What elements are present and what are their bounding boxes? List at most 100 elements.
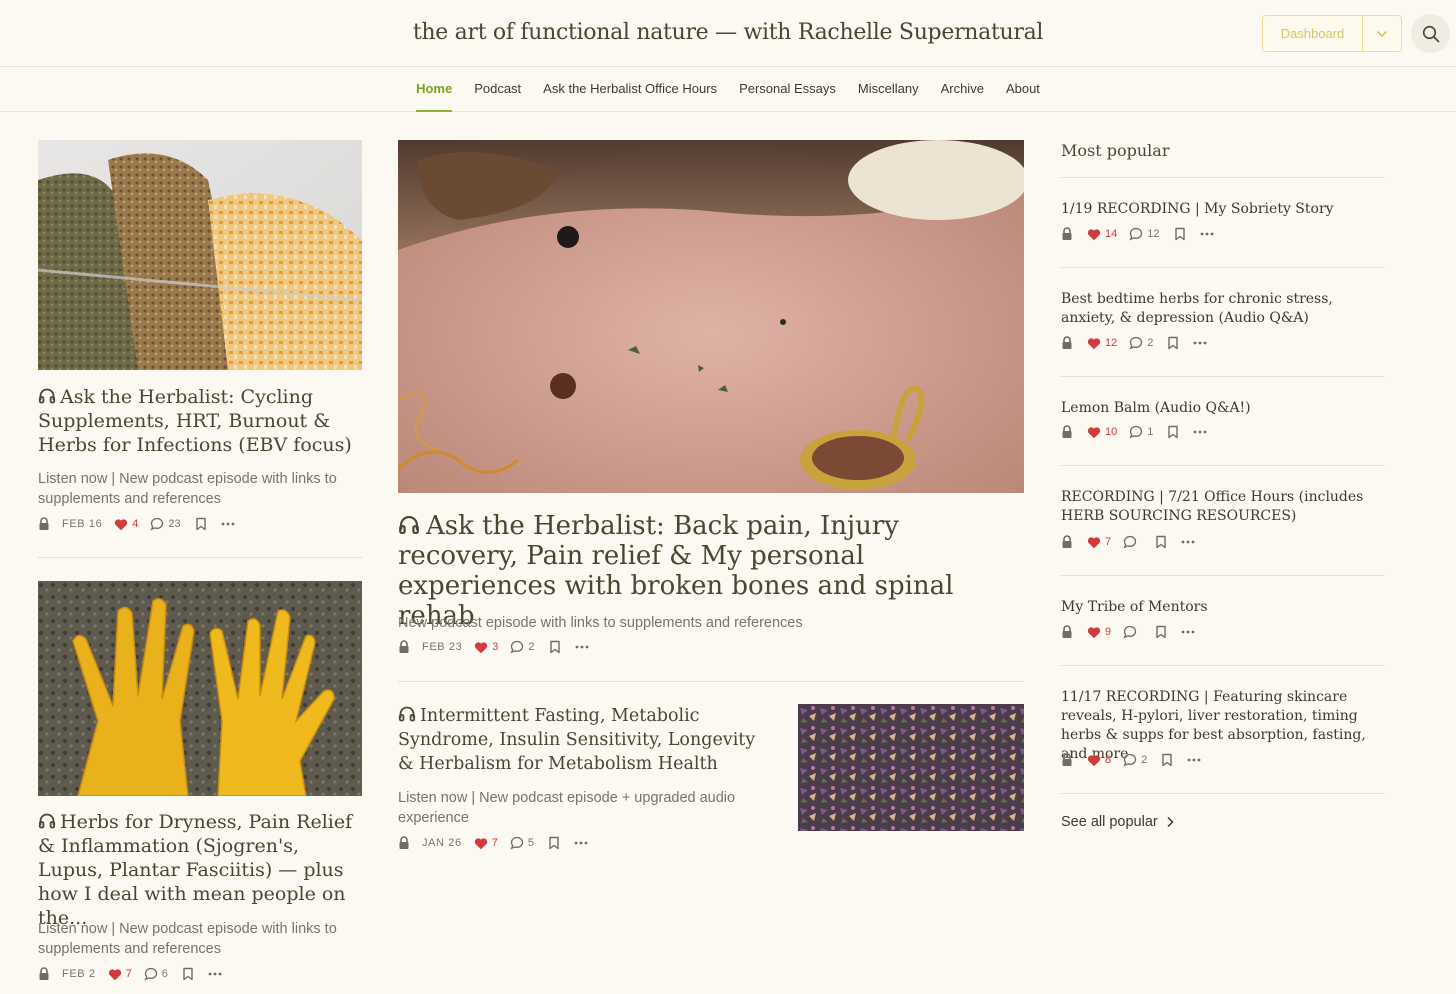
comment-button[interactable]: 2 <box>1123 753 1147 767</box>
lock-icon <box>1061 425 1073 439</box>
more-button[interactable] <box>1181 540 1195 544</box>
post-title-text[interactable]: Herbs for Dryness, Pain Relief & Inflamm… <box>38 811 352 929</box>
like-button[interactable]: 10 <box>1087 426 1117 439</box>
comment-icon <box>144 967 158 981</box>
post-title-text[interactable]: Ask the Herbalist: Cycling Supplements, … <box>38 386 352 456</box>
comment-button[interactable]: 23 <box>150 517 181 531</box>
bookmark-button[interactable] <box>549 640 561 654</box>
bookmark-button[interactable] <box>1155 625 1167 639</box>
lock-icon <box>1061 227 1073 241</box>
bookmark-button[interactable] <box>548 836 560 850</box>
nav-miscellany[interactable]: Miscellany <box>858 67 919 112</box>
divider <box>38 557 362 558</box>
more-button[interactable] <box>574 841 588 845</box>
more-button[interactable] <box>1200 232 1214 236</box>
more-icon <box>1200 232 1214 236</box>
popular-post-title[interactable]: 1/19 RECORDING | My Sobriety Story <box>1061 200 1386 219</box>
post-title[interactable]: Herbs for Dryness, Pain Relief & Inflamm… <box>38 810 362 930</box>
comment-button[interactable]: 2 <box>510 640 535 654</box>
post-meta: FEB 16 4 23 <box>38 516 235 532</box>
comment-button[interactable] <box>1123 535 1141 549</box>
more-button[interactable] <box>208 972 222 976</box>
nav-about[interactable]: About <box>1006 67 1040 112</box>
nav-home[interactable]: Home <box>416 67 453 112</box>
see-all-label: See all popular <box>1061 814 1158 830</box>
popular-post-title[interactable]: My Tribe of Mentors <box>1061 598 1386 617</box>
popular-post-title[interactable]: Lemon Balm (Audio Q&A!) <box>1061 399 1386 418</box>
like-button[interactable]: 3 <box>474 641 498 654</box>
like-button[interactable]: 7 <box>474 837 498 850</box>
post-date: JAN 26 <box>422 837 462 849</box>
lock-icon <box>1061 535 1073 549</box>
post-date: FEB 23 <box>422 641 463 653</box>
comment-button[interactable]: 6 <box>144 967 168 981</box>
nav-archive[interactable]: Archive <box>941 67 984 112</box>
heart-icon <box>1087 754 1101 767</box>
comment-button[interactable]: 1 <box>1129 425 1153 439</box>
like-count: 9 <box>1105 626 1112 638</box>
post-image-flower-tea[interactable] <box>798 704 1024 831</box>
bookmark-button[interactable] <box>1161 753 1173 767</box>
post-image-herbs-tea[interactable] <box>38 140 362 370</box>
post-title-text[interactable]: Intermittent Fasting, Metabolic Syndrome… <box>398 706 755 774</box>
chevron-right-icon <box>1167 816 1174 828</box>
site-header: the art of functional nature — with Rach… <box>0 0 1456 67</box>
more-button[interactable] <box>575 645 589 649</box>
post-image-turmeric-hands[interactable] <box>38 581 362 796</box>
more-button[interactable] <box>1181 630 1195 634</box>
heart-icon <box>108 968 122 981</box>
bookmark-button[interactable] <box>1167 425 1179 439</box>
bookmark-button[interactable] <box>1155 535 1167 549</box>
see-all-popular-link[interactable]: See all popular <box>1061 814 1174 830</box>
bookmark-button[interactable] <box>1174 227 1186 241</box>
comment-button[interactable] <box>1123 625 1141 639</box>
more-icon <box>1187 758 1201 762</box>
bookmark-icon <box>549 640 561 654</box>
comment-count: 2 <box>528 641 535 653</box>
post-meta: FEB 2 7 6 <box>38 966 222 982</box>
site-title[interactable]: the art of functional nature — with Rach… <box>0 20 1456 45</box>
comment-button[interactable]: 12 <box>1129 227 1160 241</box>
comment-icon <box>1123 753 1137 767</box>
comment-icon <box>150 517 164 531</box>
comment-button[interactable]: 2 <box>1129 336 1153 350</box>
more-button[interactable] <box>1187 758 1201 762</box>
more-button[interactable] <box>1193 341 1207 345</box>
like-button[interactable]: 7 <box>108 968 132 981</box>
bookmark-button[interactable] <box>1167 336 1179 350</box>
like-count: 10 <box>1105 426 1118 438</box>
like-button[interactable]: 14 <box>1087 228 1117 241</box>
popular-post-title[interactable]: Best bedtime herbs for chronic stress, a… <box>1061 290 1386 328</box>
nav-personal-essays[interactable]: Personal Essays <box>739 67 836 112</box>
more-icon <box>221 522 235 526</box>
comment-icon <box>1123 625 1137 639</box>
divider <box>1061 465 1385 466</box>
like-button[interactable]: 7 <box>1087 536 1111 549</box>
more-icon <box>1181 540 1195 544</box>
nav-podcast[interactable]: Podcast <box>474 67 521 112</box>
post-title[interactable]: Ask the Herbalist: Cycling Supplements, … <box>38 385 362 457</box>
comment-count: 5 <box>527 837 534 849</box>
search-button[interactable] <box>1411 14 1450 53</box>
comment-button[interactable]: 5 <box>510 836 534 850</box>
more-button[interactable] <box>221 522 235 526</box>
more-button[interactable] <box>1193 430 1207 434</box>
bookmark-button[interactable] <box>182 967 194 981</box>
bookmark-icon <box>1155 625 1167 639</box>
featured-post-image[interactable] <box>398 140 1024 493</box>
search-icon <box>1422 25 1439 42</box>
like-button[interactable]: 8 <box>1087 754 1111 767</box>
popular-post-title[interactable]: RECORDING | 7/21 Office Hours (includes … <box>1061 488 1386 526</box>
bookmark-button[interactable] <box>195 517 207 531</box>
dashboard-button[interactable]: Dashboard <box>1263 16 1363 51</box>
like-button[interactable]: 4 <box>114 518 138 531</box>
nav-office-hours[interactable]: Ask the Herbalist Office Hours <box>543 67 717 112</box>
like-count: 7 <box>125 968 132 980</box>
post-meta: 14 12 <box>1061 226 1214 242</box>
bookmark-icon <box>195 517 207 531</box>
like-button[interactable]: 9 <box>1087 626 1111 639</box>
dashboard-dropdown-button[interactable] <box>1363 16 1401 51</box>
post-title[interactable]: Intermittent Fasting, Metabolic Syndrome… <box>398 704 770 776</box>
like-button[interactable]: 12 <box>1087 337 1117 350</box>
most-popular-heading: Most popular <box>1061 141 1170 160</box>
